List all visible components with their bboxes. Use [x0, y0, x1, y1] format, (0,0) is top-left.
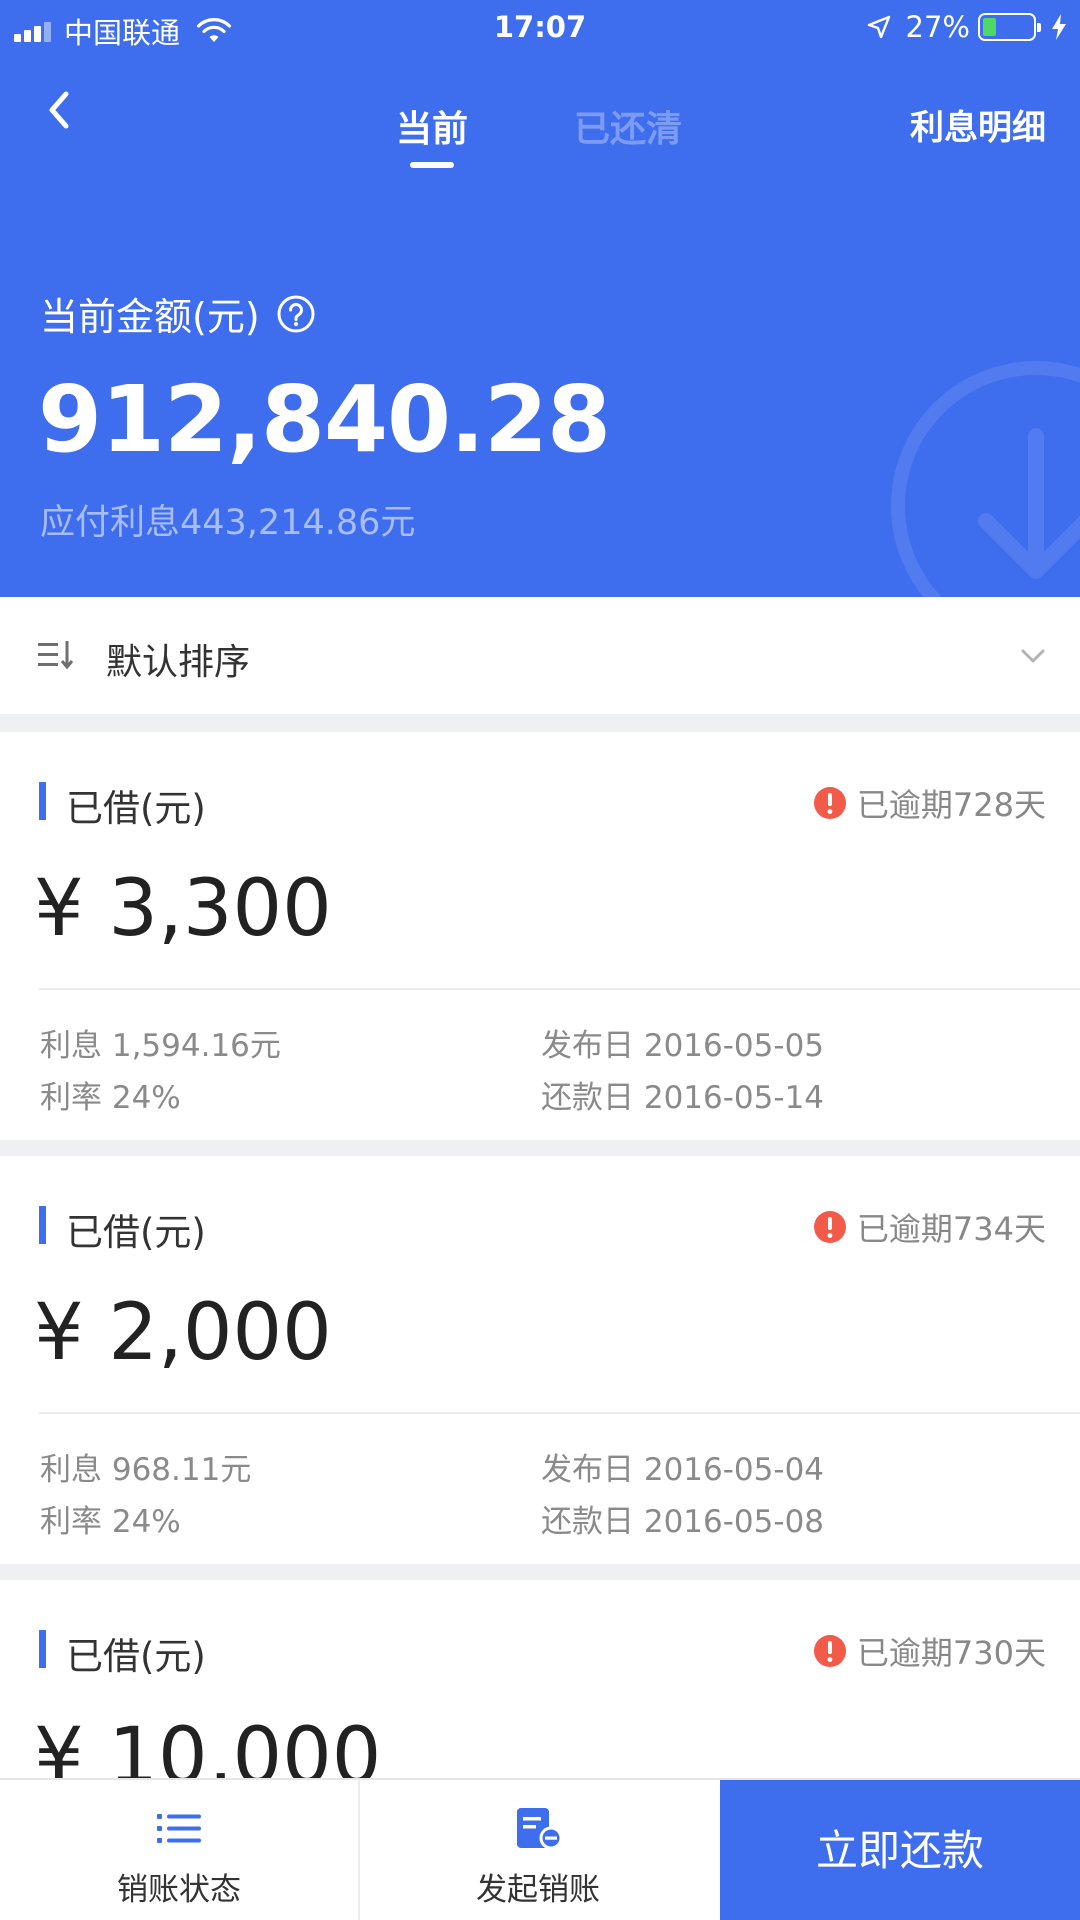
overdue-badge: 已逾期734天	[813, 1204, 1046, 1250]
download-watermark-icon	[891, 361, 1080, 597]
charging-bolt-icon	[1052, 14, 1066, 40]
chevron-down-icon	[1021, 649, 1045, 663]
borrowed-label: 已借(元)	[66, 1211, 206, 1254]
overdue-text: 已逾期728天	[856, 786, 1046, 824]
battery-percent: 27%	[905, 10, 970, 44]
sort-icon	[38, 641, 74, 670]
tab-cleared[interactable]: 已还清	[574, 100, 682, 152]
interest-due: 应付利息443,214.86元	[40, 503, 416, 543]
loan-issue-date: 发布日 2016-05-05	[541, 1028, 825, 1064]
writeoff-status-button[interactable]: 销账状态	[0, 1780, 358, 1920]
accent-bar	[39, 1206, 46, 1244]
sort-selector[interactable]: 默认排序	[0, 597, 1080, 714]
divider	[39, 988, 1080, 990]
loan-issue-date: 发布日 2016-05-04	[541, 1452, 825, 1488]
battery-icon	[978, 13, 1041, 41]
document-minus-icon	[517, 1808, 563, 1850]
loan-card[interactable]: 已借(元) 已逾期734天 ¥ 2,000 利息 968.11元 利率 24% …	[0, 1156, 1080, 1564]
current-amount-label-text: 当前金额(元)	[40, 295, 260, 339]
location-arrow-icon	[867, 15, 890, 39]
overdue-badge: 已逾期728天	[813, 780, 1046, 826]
current-amount: 912,840.28	[38, 366, 611, 473]
loan-rate: 利率 24%	[40, 1504, 181, 1540]
borrowed-label: 已借(元)	[66, 787, 206, 830]
list-icon	[157, 1814, 201, 1843]
alert-icon	[813, 787, 846, 819]
alert-icon	[813, 1211, 846, 1243]
active-tab-indicator	[410, 162, 454, 168]
status-bar: 中国联通 17:07 27%	[0, 0, 1080, 55]
loan-list: 已借(元) 已逾期728天 ¥ 3,300 利息 1,594.16元 利率 24…	[0, 732, 1080, 1920]
accent-bar	[39, 1630, 46, 1668]
alert-icon	[813, 1635, 846, 1667]
chevron-left-icon[interactable]	[36, 86, 84, 134]
loan-interest: 利息 968.11元	[40, 1452, 252, 1488]
writeoff-status-label: 销账状态	[117, 1872, 241, 1908]
question-circle-icon[interactable]	[276, 294, 316, 334]
overdue-badge: 已逾期730天	[813, 1628, 1046, 1674]
loan-amount: ¥ 3,300	[34, 864, 332, 954]
borrowed-label: 已借(元)	[66, 1635, 206, 1678]
loan-amount: ¥ 2,000	[34, 1288, 332, 1378]
divider	[39, 1412, 1080, 1414]
top-nav: 当前 已还清 利息明细	[0, 80, 1080, 180]
loan-interest: 利息 1,594.16元	[40, 1028, 281, 1064]
initiate-writeoff-label: 发起销账	[476, 1872, 600, 1908]
bottom-action-bar: 销账状态 发起销账 立即还款	[0, 1778, 1080, 1920]
current-amount-label: 当前金额(元)	[40, 286, 316, 341]
header: 中国联通 17:07 27% 当前 已还清 利息明细 当前金额(元) 912,8…	[0, 0, 1080, 597]
repay-now-button[interactable]: 立即还款	[720, 1780, 1080, 1920]
sort-label: 默认排序	[106, 642, 251, 683]
loan-rate: 利率 24%	[40, 1080, 181, 1116]
loan-card[interactable]: 已借(元) 已逾期728天 ¥ 3,300 利息 1,594.16元 利率 24…	[0, 732, 1080, 1140]
tab-current[interactable]: 当前	[396, 100, 468, 152]
accent-bar	[39, 782, 46, 820]
overdue-text: 已逾期730天	[856, 1634, 1046, 1672]
interest-detail-link[interactable]: 利息明细	[910, 100, 1046, 149]
initiate-writeoff-button[interactable]: 发起销账	[358, 1780, 716, 1920]
loan-list-screen: 中国联通 17:07 27% 当前 已还清 利息明细 当前金额(元) 912,8…	[0, 0, 1080, 1920]
loan-due-date: 还款日 2016-05-08	[541, 1504, 825, 1540]
loan-due-date: 还款日 2016-05-14	[541, 1080, 825, 1116]
overdue-text: 已逾期734天	[856, 1210, 1046, 1248]
